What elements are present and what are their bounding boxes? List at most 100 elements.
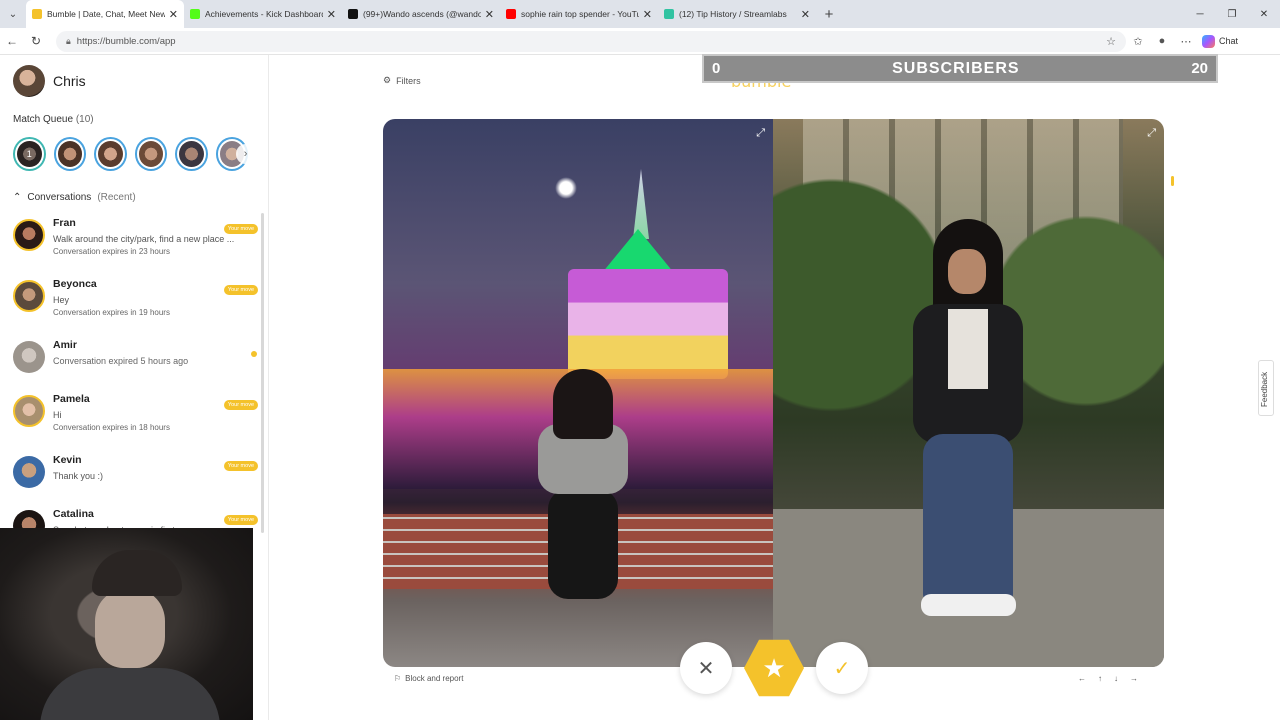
favorite-star-icon[interactable]: ☆ (1106, 35, 1116, 48)
kick-favicon-icon (190, 9, 200, 19)
expand-icon[interactable]: ⤢ (1147, 127, 1156, 140)
avatar (13, 65, 45, 97)
more-icon[interactable]: ⋯ (1174, 35, 1198, 48)
close-icon[interactable]: ✕ (327, 8, 336, 21)
copilot-chat-button[interactable]: Chat (1202, 34, 1239, 48)
match-queue-avatar[interactable] (94, 137, 127, 171)
pass-button[interactable]: ✕ (680, 642, 732, 694)
keyboard-shortcuts: ← ↑ ↓ → (1078, 674, 1138, 683)
close-icon[interactable]: ✕ (169, 8, 178, 21)
match-queue-avatar[interactable] (53, 137, 87, 171)
close-icon[interactable]: ✕ (643, 8, 652, 21)
new-tab-button[interactable]: + (816, 6, 842, 23)
webcam-shirt (40, 668, 220, 720)
tab-youtube[interactable]: sophie rain top spender - YouTube ✕ (500, 0, 658, 28)
close-icon[interactable]: ✕ (485, 8, 494, 21)
conversation-message: Walk around the city/park, find a new pl… (53, 234, 235, 244)
url-text: https://bumble.com/app (76, 35, 176, 47)
favorites-icon[interactable]: ✩ (1126, 35, 1150, 48)
restore-icon[interactable]: ❐ (1216, 9, 1248, 20)
block-and-report-link[interactable]: ⚐ Block and report (394, 674, 463, 683)
avatar (13, 456, 45, 488)
goal-title: SUBSCRIBERS (892, 59, 1020, 77)
tab-label: sophie rain top spender - YouTube (521, 9, 639, 19)
your-move-badge: Your move (223, 461, 258, 471)
match-queue-count: (10) (75, 114, 94, 125)
conversations-header[interactable]: ⌃ Conversations (Recent) (0, 171, 268, 211)
tab-label: (12) Tip History / Streamlabs (679, 9, 787, 19)
conversation-name: Amir (53, 339, 77, 351)
match-queue-avatar[interactable]: 1 (13, 137, 46, 171)
tab-kick[interactable]: Achievements - Kick Dashboard ✕ (184, 0, 342, 28)
chevron-right-icon[interactable]: › (236, 144, 255, 164)
sliders-icon: ⚙︎ (383, 75, 392, 85)
conversation-item[interactable]: Amir Conversation expired 5 hours ago (0, 333, 268, 387)
url-field[interactable]: 🔒︎ https://bumble.com/app ☆ (56, 30, 1126, 52)
up-key-icon: ↑ (1098, 674, 1102, 683)
superswipe-button[interactable]: ★ (744, 639, 804, 697)
conversation-item[interactable]: Fran Walk around the city/park, find a n… (0, 211, 268, 272)
check-icon: ✓ (833, 657, 851, 680)
conversations-label: Conversations (27, 192, 92, 203)
chevron-up-icon: ⌃ (13, 192, 22, 203)
conversation-expiry: Conversation expires in 19 hours (53, 308, 170, 317)
expand-icon[interactable]: ⤢ (756, 127, 765, 140)
conversations-sub: (Recent) (97, 192, 136, 203)
right-key-icon: → (1130, 674, 1138, 683)
conversation-message: Hey (53, 295, 70, 305)
feedback-tab[interactable]: Feedback (1258, 360, 1274, 416)
profile-photo[interactable]: ⤢ (773, 119, 1164, 667)
tab-label: (99+)Wando ascends (@wandoas (363, 9, 481, 19)
lock-icon: 🔒︎ (66, 35, 71, 46)
carousel-spire (633, 169, 649, 239)
user-name: Chris (53, 73, 86, 89)
sidebar-scrollbar[interactable] (261, 213, 264, 533)
like-button[interactable]: ✓ (816, 642, 868, 694)
unread-dot (251, 351, 257, 357)
address-toolbar: ← ↻ 🔒︎ https://bumble.com/app ☆ ✩ ● ⋯ Ch… (0, 28, 1280, 55)
copilot-icon (1202, 34, 1215, 48)
window-controls: ─ ❐ ✕ (1184, 9, 1280, 20)
subscriber-goal-overlay: 0 SUBSCRIBERS 20 (702, 54, 1218, 83)
queue-count-badge: 1 (17, 141, 42, 167)
conversation-item[interactable]: Kevin Thank you :) Your move (0, 448, 268, 502)
close-icon[interactable]: ✕ (801, 8, 810, 21)
tiktok-favicon-icon (348, 9, 358, 19)
user-profile[interactable]: Chris (0, 55, 268, 107)
goal-current: 0 (712, 60, 721, 77)
conversation-item[interactable]: Beyonca Hey Conversation expires in 19 h… (0, 272, 268, 333)
conversation-message: Thank you :) (53, 471, 104, 481)
tab-streamlabs[interactable]: (12) Tip History / Streamlabs ✕ (658, 0, 816, 28)
down-key-icon: ↓ (1114, 674, 1118, 683)
carousel (568, 269, 728, 379)
your-move-badge: Your move (223, 515, 258, 525)
your-move-badge: Your move (223, 285, 258, 295)
conversation-expiry: Conversation expired 5 hours ago (53, 356, 189, 366)
match-queue-avatar[interactable] (134, 137, 168, 171)
tab-bumble[interactable]: Bumble | Date, Chat, Meet New Pe ✕ (26, 0, 184, 28)
tab-actions-menu[interactable]: ⌄ (0, 0, 26, 28)
minimize-icon[interactable]: ─ (1184, 9, 1216, 20)
profile-photo[interactable]: ⤢ (383, 119, 773, 667)
bumble-favicon-icon (32, 9, 42, 19)
vote-actions: ✕ ★ ✓ (680, 638, 868, 698)
tab-tiktok[interactable]: (99+)Wando ascends (@wandoas ✕ (342, 0, 500, 28)
conversation-message: Hi (53, 410, 62, 420)
conversation-expiry: Conversation expires in 23 hours (53, 247, 170, 256)
left-key-icon: ← (1078, 674, 1086, 683)
close-window-icon[interactable]: ✕ (1248, 9, 1280, 20)
chat-label: Chat (1219, 36, 1239, 46)
match-queue-title: Match Queue (10) (0, 107, 268, 125)
profile-icon[interactable]: ● (1150, 35, 1174, 47)
conversation-expiry: Conversation expires in 18 hours (53, 423, 170, 432)
match-queue-avatar[interactable] (175, 137, 208, 171)
tab-label: Bumble | Date, Chat, Meet New Pe (47, 9, 165, 19)
flag-icon: ⚐ (394, 674, 402, 683)
filters-button[interactable]: ⚙︎ Filters (383, 75, 421, 86)
conversation-item[interactable]: Pamela Hi Conversation expires in 18 hou… (0, 387, 268, 448)
close-icon: ✕ (697, 657, 715, 680)
refresh-icon[interactable]: ↻ (24, 34, 48, 48)
webcam-overlay (0, 528, 253, 720)
avatar (13, 395, 45, 427)
back-icon[interactable]: ← (0, 34, 24, 48)
